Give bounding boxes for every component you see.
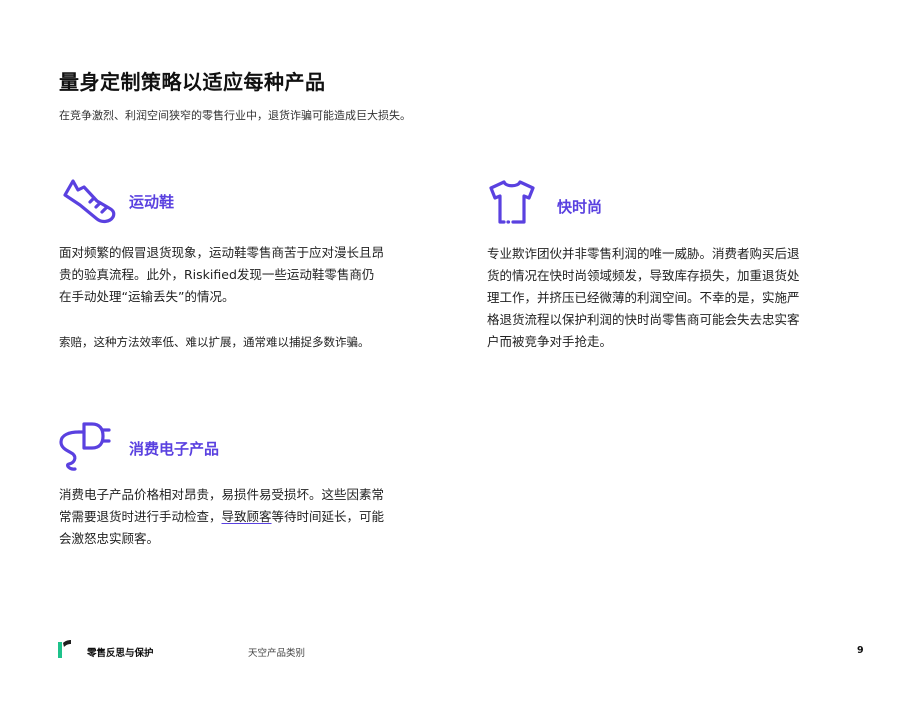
fast-fashion-paragraph: 专业欺诈团伙并非零售利润的唯一威胁。消费者购买后退 货的情况在快时尚领域频发，导… [487, 243, 867, 353]
electronics-link[interactable]: 导致顾客 [222, 509, 272, 524]
fast-fashion-line-4: 格退货流程以保护利润的快时尚零售商可能会失去忠实客 [487, 312, 800, 327]
electronics-paragraph: 消费电子产品价格相对昂贵，易损件易受损坏。这些因素常 常需要退货时进行手动检查，… [59, 484, 439, 550]
fast-fashion-line-2: 货的情况在快时尚领域频发，导致库存损失，加重退货处 [487, 268, 800, 283]
sneakers-paragraph: 面对频繁的假冒退货现象，运动鞋零售商苦于应对漫长且昂 贵的验真流程。此外，Ris… [59, 242, 439, 308]
page-number: 9 [857, 645, 864, 656]
fast-fashion-line-3: 理工作，并挤压已经微薄的利润空间。不幸的是，实施严 [487, 290, 800, 305]
brand-logo-icon [58, 640, 71, 658]
footer-brand: 零售反思与保护 [87, 648, 154, 659]
electronics-line-2: 常需要退货时进行手动检查，导致顾客等待时间延长，可能 [59, 506, 439, 528]
electronics-title: 消费电子产品 [129, 440, 220, 458]
fast-fashion-line-1: 专业欺诈团伙并非零售利润的唯一威胁。消费者购买后退 [487, 246, 800, 261]
sneakers-line-2: 贵的验真流程。此外，Riskified发现一些运动鞋零售商仍 [59, 267, 375, 282]
page-title: 量身定制策略以适应每种产品 [59, 70, 326, 94]
page-subtitle: 在竞争激烈、利润空间狭窄的零售行业中，退货诈骗可能造成巨大损失。 [59, 109, 411, 122]
fast-fashion-line-5: 户而被竞争对手抢走。 [487, 334, 613, 349]
sneakers-line-1: 面对频繁的假冒退货现象，运动鞋零售商苦于应对漫长且昂 [59, 245, 385, 260]
tshirt-icon [489, 180, 535, 224]
sneakers-title: 运动鞋 [129, 193, 175, 211]
sneakers-line-3: 在手动处理“运输丢失”的情况。 [59, 289, 235, 304]
sneaker-icon [63, 179, 116, 224]
sneakers-note: 索赔，这种方法效率低、难以扩展，通常难以捕捉多数诈骗。 [59, 335, 370, 349]
footer-section: 天空产品类别 [248, 648, 306, 659]
electronics-line-2-end: 等待时间延长，可能 [271, 509, 385, 524]
electronics-line-1: 消费电子产品价格相对昂贵，易损件易受损坏。这些因素常 [59, 487, 385, 502]
electronics-line-2-start: 常需要退货时进行手动检查， [59, 509, 222, 524]
plug-icon [59, 422, 111, 471]
electronics-line-3: 会激怒忠实顾客。 [59, 531, 160, 546]
fast-fashion-title: 快时尚 [557, 198, 603, 216]
